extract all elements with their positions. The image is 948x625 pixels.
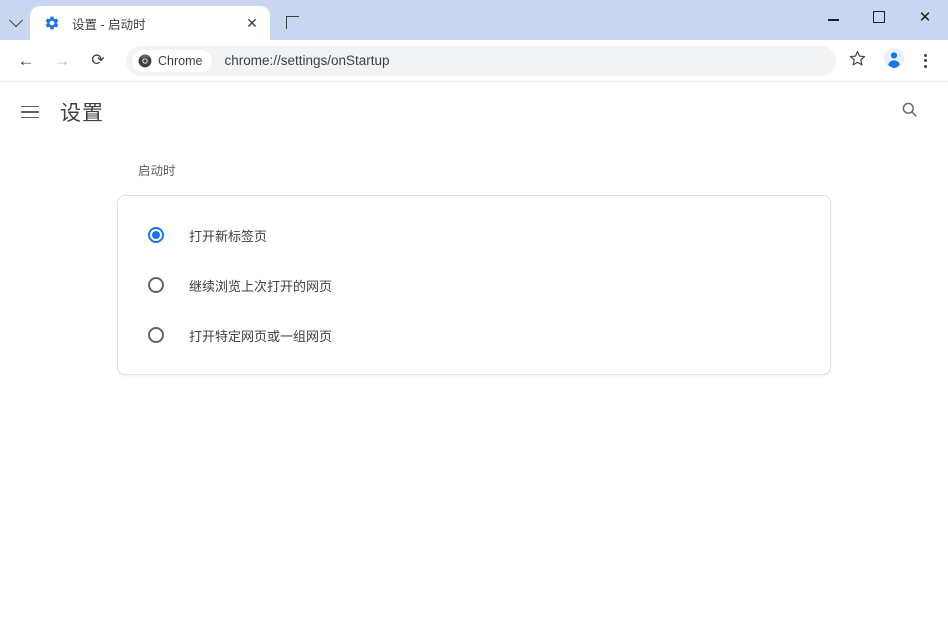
radio-button-selected[interactable]	[148, 227, 164, 243]
close-icon: ✕	[918, 8, 932, 26]
hamburger-icon	[21, 105, 39, 108]
settings-search-button[interactable]	[892, 95, 926, 129]
chrome-logo-icon	[138, 54, 152, 68]
new-tab-button[interactable]	[278, 8, 306, 36]
arrow-left-icon: ←	[17, 51, 35, 70]
profile-avatar-icon	[883, 47, 905, 74]
address-bar[interactable]: Chrome chrome://settings/onStartup	[126, 45, 836, 76]
window-controls: ✕	[810, 0, 948, 34]
browser-toolbar: ← → ⟳ Chrome chrome://settings/onStartup	[0, 40, 948, 82]
settings-menu-button[interactable]	[12, 94, 48, 130]
url-text: chrome://settings/onStartup	[224, 53, 390, 68]
three-dot-menu-icon	[923, 53, 927, 57]
minimize-button[interactable]	[810, 0, 856, 34]
browser-tab[interactable]: 设置 - 启动时 ✕	[30, 6, 270, 40]
tab-title: 设置 - 启动时	[72, 17, 146, 32]
search-icon	[900, 100, 919, 124]
radio-button[interactable]	[148, 327, 164, 343]
page-title: 设置	[60, 102, 104, 125]
chevron-down-icon	[8, 13, 24, 28]
chrome-origin-chip[interactable]: Chrome	[132, 49, 213, 72]
plus-icon	[285, 15, 299, 29]
radio-option-continue-session[interactable]: 继续浏览上次打开的网页	[118, 260, 830, 310]
on-startup-card: 打开新标签页 继续浏览上次打开的网页 打开特定网页或一组网页	[117, 195, 831, 375]
radio-label: 继续浏览上次打开的网页	[189, 278, 333, 294]
close-window-button[interactable]: ✕	[902, 0, 948, 34]
profile-button[interactable]	[878, 45, 910, 77]
forward-button[interactable]: →	[46, 45, 78, 77]
maximize-button[interactable]	[856, 0, 902, 34]
radio-option-new-tab[interactable]: 打开新标签页	[118, 210, 830, 260]
arrow-right-icon: →	[53, 51, 71, 70]
tab-search-button[interactable]	[2, 8, 30, 38]
maximize-icon	[873, 11, 885, 23]
tab-strip: 设置 - 启动时 ✕ ✕	[0, 0, 948, 40]
radio-button[interactable]	[148, 277, 164, 293]
bookmark-button[interactable]	[842, 46, 872, 76]
tab-close-button[interactable]: ✕	[242, 13, 262, 33]
reload-button[interactable]: ⟳	[82, 45, 114, 77]
minimize-icon	[827, 19, 839, 21]
settings-header: 设置	[0, 82, 948, 142]
settings-page: 设置 启动时 打开新标签页 继续浏览上次打开的网页 打开特定网页或一组网页	[0, 82, 948, 624]
radio-option-specific-pages[interactable]: 打开特定网页或一组网页	[118, 310, 830, 360]
radio-label: 打开新标签页	[189, 228, 268, 244]
gear-icon	[44, 15, 60, 31]
chrome-chip-label: Chrome	[158, 53, 203, 68]
radio-label: 打开特定网页或一组网页	[189, 328, 333, 344]
back-button[interactable]: ←	[10, 45, 42, 77]
browser-menu-button[interactable]	[912, 45, 938, 77]
reload-icon: ⟳	[91, 51, 105, 69]
section-heading: 启动时	[138, 164, 176, 178]
settings-body: 启动时 打开新标签页 继续浏览上次打开的网页 打开特定网页或一组网页	[0, 142, 948, 375]
star-icon	[849, 50, 866, 72]
